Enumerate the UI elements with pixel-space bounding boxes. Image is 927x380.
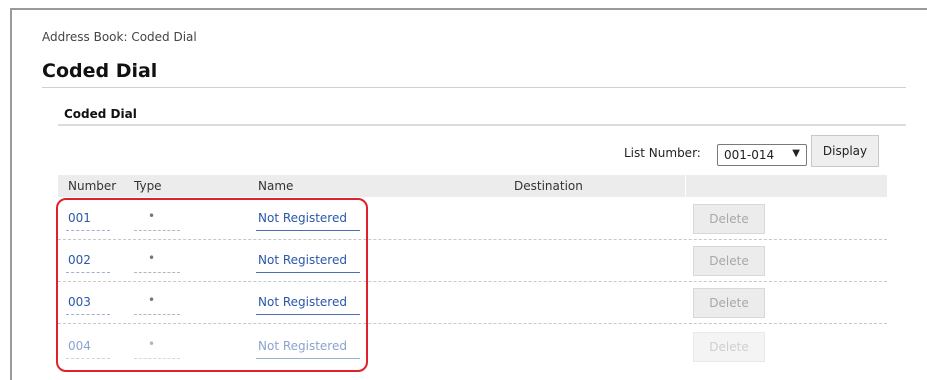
header-type: Type xyxy=(134,179,162,193)
section-divider xyxy=(58,124,906,126)
page-title: Coded Dial xyxy=(42,60,158,82)
list-number-value: 001-014 xyxy=(724,148,775,162)
delete-button[interactable]: Delete xyxy=(693,332,765,362)
breadcrumb: Address Book: Coded Dial xyxy=(42,30,197,44)
delete-button[interactable]: Delete xyxy=(693,246,765,276)
table-header: Number Type Name Destination xyxy=(58,175,887,197)
display-button[interactable]: Display xyxy=(811,135,879,167)
window-frame-top xyxy=(10,8,927,10)
section-title: Coded Dial xyxy=(64,107,137,121)
title-divider xyxy=(42,87,906,88)
window-frame-left xyxy=(10,8,12,380)
chevron-down-icon: ▼ xyxy=(792,148,800,159)
header-number: Number xyxy=(68,179,117,193)
header-name: Name xyxy=(258,179,294,193)
list-number-label: List Number: xyxy=(624,146,701,160)
list-number-select[interactable]: 001-014 ▼ xyxy=(717,144,807,166)
header-separator xyxy=(685,175,686,197)
header-destination: Destination xyxy=(514,179,583,193)
delete-button[interactable]: Delete xyxy=(693,204,765,234)
delete-button[interactable]: Delete xyxy=(693,288,765,318)
highlight-frame xyxy=(56,198,368,372)
